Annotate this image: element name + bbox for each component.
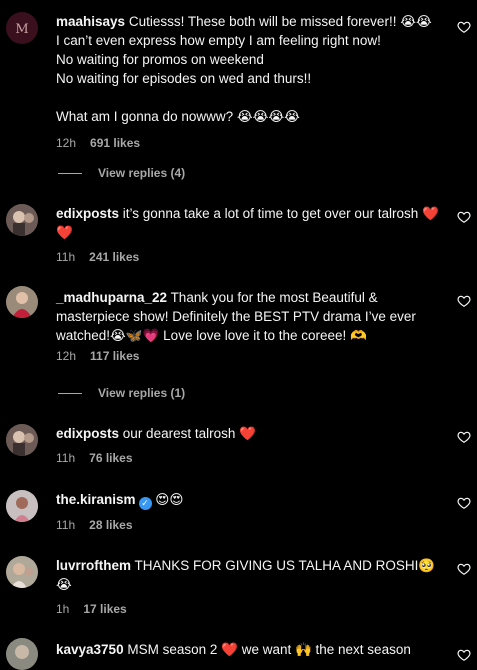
comment-text: 😍😍 [155, 492, 184, 507]
comment-text: Cutiesss! These both will be missed fore… [56, 14, 432, 124]
comment-time: 12h [56, 349, 77, 363]
comment-time: 12h [56, 136, 77, 150]
avatar[interactable] [6, 556, 38, 588]
avatar[interactable]: M [6, 12, 38, 44]
comment-username[interactable]: edixposts [56, 426, 119, 441]
heart-outline-icon[interactable] [457, 20, 471, 34]
heart-outline-icon[interactable] [457, 648, 471, 662]
heart-outline-icon[interactable] [457, 210, 471, 224]
verified-badge-icon: ✓ [138, 497, 152, 510]
comment-likes[interactable]: 76 likes [89, 451, 132, 465]
heart-outline-icon[interactable] [457, 496, 471, 510]
comment-time: 11h [56, 451, 76, 465]
comment-likes[interactable]: 241 likes [89, 250, 139, 264]
comment-username[interactable]: maahisays [56, 14, 125, 29]
comment-likes[interactable]: 17 likes [83, 602, 126, 616]
svg-text:M: M [15, 22, 28, 37]
comment-text: MSM season 2 ❤️ we want 🙌 the next seaso… [127, 642, 411, 657]
avatar[interactable] [6, 638, 38, 670]
avatar[interactable] [6, 204, 38, 236]
comment-text: our dearest talrosh ❤️ [122, 426, 256, 441]
avatar[interactable] [6, 424, 38, 456]
comment-time: 11h [56, 250, 76, 264]
comment-username[interactable]: the.kiranism [56, 492, 136, 507]
avatar[interactable] [6, 490, 38, 522]
heart-outline-icon[interactable] [457, 430, 471, 444]
comment-username[interactable]: _madhuparna_22 [56, 290, 167, 305]
heart-outline-icon[interactable] [457, 562, 471, 576]
view-replies-button[interactable]: View replies (1) [58, 384, 185, 403]
comment-time: 11h [56, 518, 76, 532]
comment-username[interactable]: edixposts [56, 206, 119, 221]
comment-likes[interactable]: 117 likes [90, 349, 139, 363]
view-replies-button[interactable]: View replies (4) [58, 164, 185, 183]
comment-username[interactable]: kavya3750 [56, 642, 124, 657]
comment-likes[interactable]: 691 likes [90, 136, 140, 150]
comment-username[interactable]: luvrrofthem [56, 558, 131, 573]
heart-outline-icon[interactable] [457, 294, 471, 308]
comment-likes[interactable]: 28 likes [89, 518, 132, 532]
comment-time: 1h [56, 602, 70, 616]
avatar[interactable] [6, 286, 38, 318]
